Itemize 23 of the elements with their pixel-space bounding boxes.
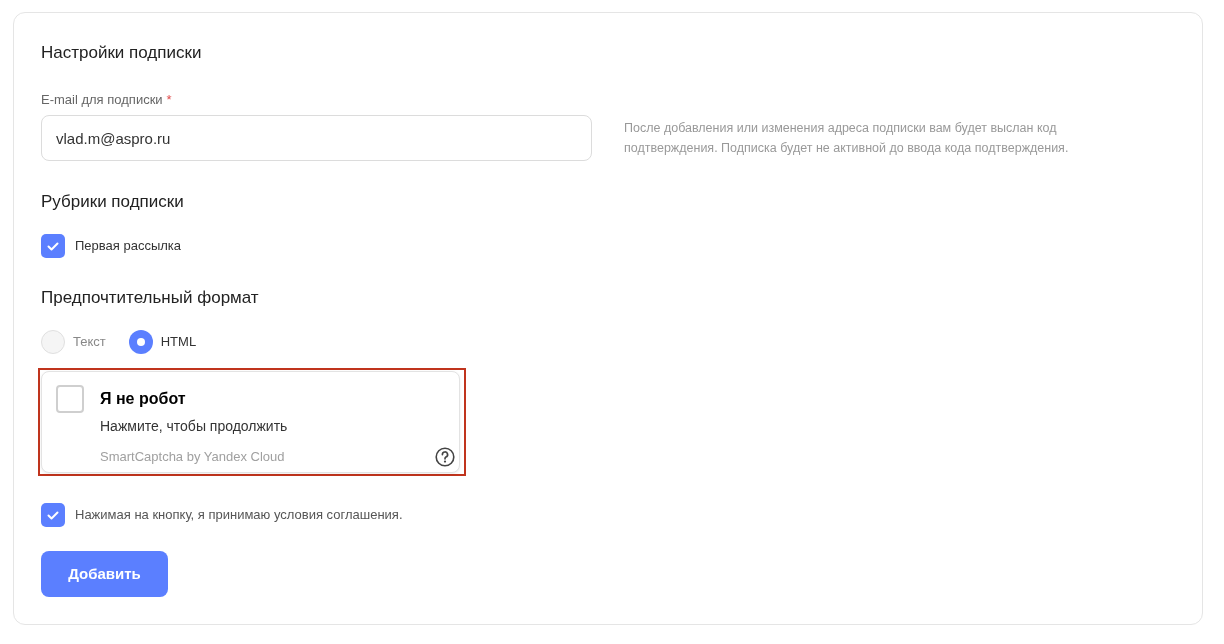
- hint-text: После добавления или изменения адреса подписки вам будет выслан код подтверждения. Подписка будет не активной до ввода кода подтверждения.: [624, 120, 1070, 157]
- checkbox-label: Первая рассылка: [75, 237, 182, 256]
- captcha-checkbox[interactable]: [56, 385, 84, 413]
- radio-button[interactable]: [128, 330, 153, 354]
- agreement-checkbox[interactable]: [41, 503, 65, 527]
- captcha-provider: SmartCaptcha by Yandex Cloud: [100, 448, 285, 466]
- help-icon[interactable]: [435, 447, 455, 467]
- email-input[interactable]: vlad.m@aspro.ru: [41, 115, 592, 161]
- radio-label: HTML: [160, 333, 197, 352]
- captcha-subtitle: Нажмите, чтобы продолжить: [100, 417, 288, 435]
- field-label: E-mail для подписки: [41, 91, 163, 109]
- checkbox[interactable]: [41, 234, 65, 258]
- radio-button[interactable]: [41, 330, 65, 354]
- checkmark-icon: [47, 510, 59, 520]
- radio-label: Текст: [73, 333, 106, 352]
- submit-button[interactable]: Добавить: [41, 551, 168, 597]
- agreement-text: Нажимая на кнопку, я принимаю условия соглашения.: [75, 506, 403, 525]
- section-title: Настройки подписки: [41, 42, 202, 64]
- captcha-title: Я не робот: [100, 389, 186, 409]
- section-title: Предпочтительный формат: [41, 287, 259, 309]
- section-title: Рубрики подписки: [41, 191, 184, 213]
- checkmark-icon: [47, 241, 59, 251]
- required-asterisk: *: [166, 91, 172, 109]
